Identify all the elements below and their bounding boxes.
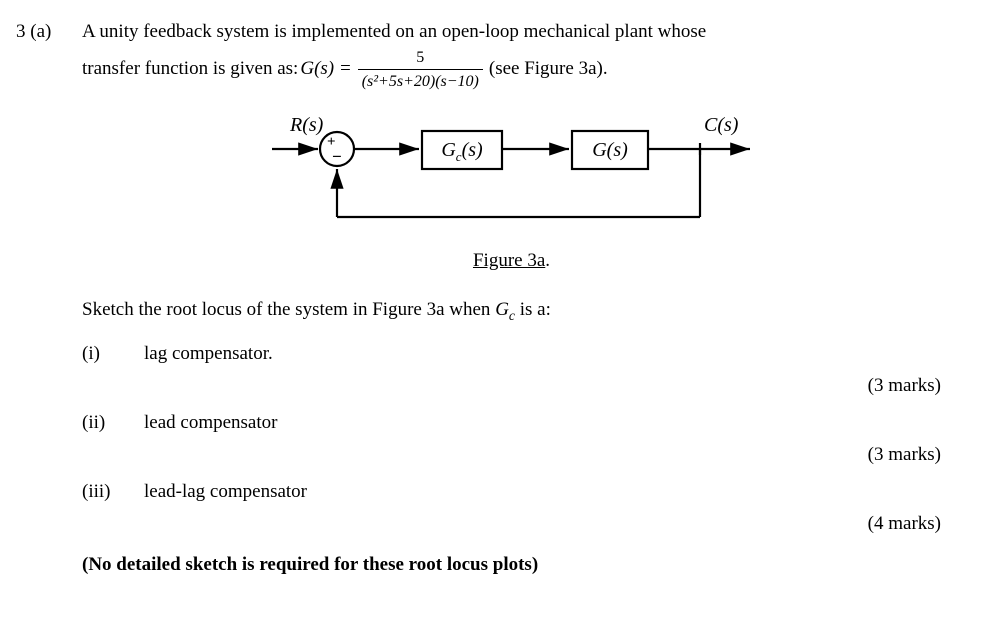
sketch-instruction: Sketch the root locus of the system in F… xyxy=(82,296,941,326)
item-iii: (iii) lead-lag compensator xyxy=(82,478,941,506)
tf-lhs: G(s) = xyxy=(300,55,351,83)
item-ii-text: lead compensator xyxy=(144,409,941,437)
note-line: (No detailed sketch is required for thes… xyxy=(82,551,941,579)
figure-3a: R(s) + − Gc(s) G(s) xyxy=(82,109,941,239)
sketch-gc: Gc xyxy=(495,299,515,320)
intro-line2-suffix: (see Figure 3a). xyxy=(489,55,608,83)
item-i: (i) lag compensator. xyxy=(82,340,941,368)
label-g: G(s) xyxy=(592,139,628,161)
item-i-marks: (3 marks) xyxy=(82,372,941,400)
item-i-label: (i) xyxy=(82,340,144,368)
question-body: A unity feedback system is implemented o… xyxy=(82,18,941,579)
intro-line2: transfer function is given as: G(s) = 5 … xyxy=(82,46,941,93)
item-ii: (ii) lead compensator xyxy=(82,409,941,437)
tf-numerator: 5 xyxy=(410,46,430,69)
tf-denominator: (s²+5s+20)(s−10) xyxy=(358,69,483,93)
intro-paragraph: A unity feedback system is implemented o… xyxy=(82,18,941,93)
item-iii-label: (iii) xyxy=(82,478,144,506)
figure-caption-text: Figure 3a xyxy=(473,250,545,271)
sketch-prefix: Sketch the root locus of the system in F… xyxy=(82,299,495,320)
intro-line2-prefix: transfer function is given as: xyxy=(82,55,298,83)
question-number: 3 (a) xyxy=(10,18,82,46)
label-c: C(s) xyxy=(704,114,739,136)
label-gc: Gc(s) xyxy=(441,139,483,164)
item-ii-label: (ii) xyxy=(82,409,144,437)
intro-line1: A unity feedback system is implemented o… xyxy=(82,21,706,42)
block-diagram-svg: R(s) + − Gc(s) G(s) xyxy=(252,109,772,239)
item-ii-marks: (3 marks) xyxy=(82,441,941,469)
item-iii-text: lead-lag compensator xyxy=(144,478,941,506)
item-i-text: lag compensator. xyxy=(144,340,941,368)
label-r: R(s) xyxy=(289,114,324,136)
question-row: 3 (a) A unity feedback system is impleme… xyxy=(10,18,941,579)
sketch-suffix: is a: xyxy=(515,299,551,320)
sub-items: (i) lag compensator. (3 marks) (ii) lead… xyxy=(82,340,941,537)
tf-fraction: 5 (s²+5s+20)(s−10) xyxy=(358,46,483,93)
figure-caption: Figure 3a. xyxy=(82,247,941,275)
sum-minus: − xyxy=(332,147,342,166)
item-iii-marks: (4 marks) xyxy=(82,510,941,538)
